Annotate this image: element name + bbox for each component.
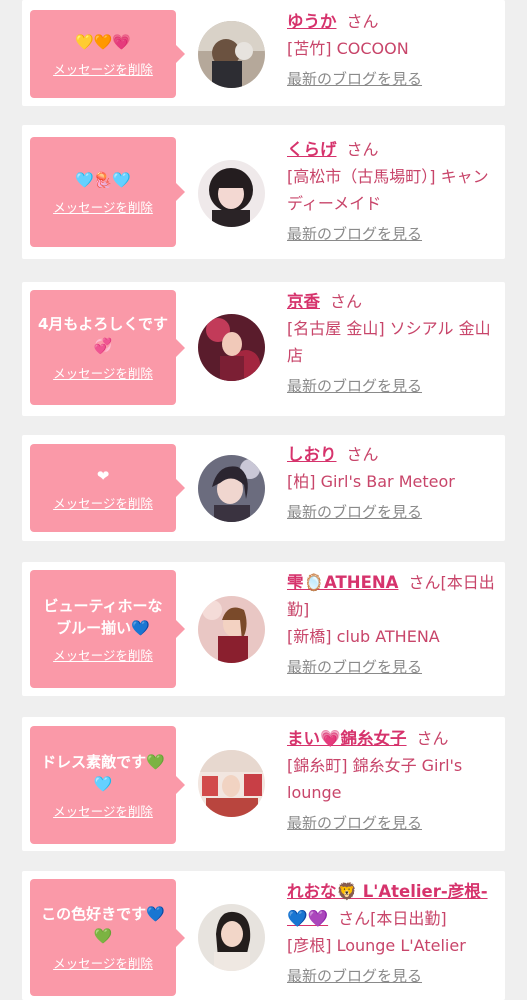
message-text: ビューティホーなブルー揃い💙 bbox=[43, 596, 163, 637]
delete-message-link[interactable]: メッセージを削除 bbox=[53, 801, 153, 820]
shop-info: [苫竹] COCOON bbox=[287, 39, 409, 58]
message-bubble: 4月もよろしくです💞 メッセージを削除 bbox=[30, 290, 176, 405]
profile-info: くらげ さん [高松市（古馬場町）] キャンディーメイド 最新のブログを見る bbox=[287, 136, 497, 244]
latest-blog-link[interactable]: 最新のブログを見る bbox=[287, 812, 422, 833]
message-text: ドレス素敵です💚🩵 bbox=[41, 752, 165, 793]
profile-name-link[interactable]: くらげ bbox=[287, 140, 337, 159]
attendance-badge: [本日出勤] bbox=[370, 909, 447, 928]
avatar[interactable] bbox=[198, 750, 265, 817]
list-item: ❤︎ メッセージを削除 しおり さん [柏] Girl's Bar Meteor … bbox=[22, 435, 505, 541]
shop-info: [名古屋 金山] ソシアル 金山店 bbox=[287, 319, 491, 365]
list-item: 💛🧡💗 メッセージを削除 ゆうか さん [苫竹] COCOON 最新のブログを見る bbox=[22, 0, 505, 106]
message-text: 💛🧡💗 bbox=[74, 32, 132, 51]
profile-name-link[interactable]: 雫🪞ATHENA bbox=[287, 573, 398, 592]
profile-info: しおり さん [柏] Girl's Bar Meteor 最新のブログを見る bbox=[287, 441, 497, 522]
profile-info: 雫🪞ATHENA さん[本日出勤] [新橋] club ATHENA 最新のブログ… bbox=[287, 569, 497, 677]
list-item: この色好きです💙💚 メッセージを削除 れおな🦁 L'Atelier-彦根-💙💜 さ… bbox=[22, 871, 505, 1000]
profile-info: れおな🦁 L'Atelier-彦根-💙💜 さん[本日出勤] [彦根] Lounge… bbox=[287, 878, 497, 986]
honorific: さん bbox=[346, 140, 379, 159]
honorific: さん bbox=[346, 445, 379, 464]
list-item: 4月もよろしくです💞 メッセージを削除 京香 さん [名古屋 金山] ソシアル 金… bbox=[22, 282, 505, 416]
message-text: 4月もよろしくです💞 bbox=[38, 315, 168, 355]
delete-message-link[interactable]: メッセージを削除 bbox=[53, 953, 153, 972]
avatar[interactable] bbox=[198, 314, 265, 381]
profile-name-link[interactable]: ゆうか bbox=[287, 12, 337, 31]
avatar[interactable] bbox=[198, 904, 265, 971]
profile-name-link[interactable]: まい💗錦糸女子 bbox=[287, 729, 407, 748]
avatar[interactable] bbox=[198, 21, 265, 88]
honorific: さん bbox=[346, 12, 379, 31]
avatar[interactable] bbox=[198, 455, 265, 522]
message-text: 🩵🪼🩵 bbox=[74, 170, 132, 189]
delete-message-link[interactable]: メッセージを削除 bbox=[53, 493, 153, 512]
avatar[interactable] bbox=[198, 596, 265, 663]
latest-blog-link[interactable]: 最新のブログを見る bbox=[287, 223, 422, 244]
profile-info: まい💗錦糸女子 さん [錦糸町] 錦糸女子 Girl's lounge 最新のブロ… bbox=[287, 725, 497, 833]
latest-blog-link[interactable]: 最新のブログを見る bbox=[287, 68, 422, 89]
message-bubble: ドレス素敵です💚🩵 メッセージを削除 bbox=[30, 726, 176, 844]
profile-info: 京香 さん [名古屋 金山] ソシアル 金山店 最新のブログを見る bbox=[287, 288, 497, 396]
shop-info: [新橋] club ATHENA bbox=[287, 627, 440, 646]
delete-message-link[interactable]: メッセージを削除 bbox=[53, 363, 153, 382]
list-item: ビューティホーなブルー揃い💙 メッセージを削除 雫🪞ATHENA さん[本日出勤]… bbox=[22, 562, 505, 696]
message-list: 💛🧡💗 メッセージを削除 ゆうか さん [苫竹] COCOON 最新のブログを見る… bbox=[0, 0, 527, 1000]
message-text: ❤︎ bbox=[96, 466, 110, 485]
delete-message-link[interactable]: メッセージを削除 bbox=[53, 59, 153, 78]
latest-blog-link[interactable]: 最新のブログを見る bbox=[287, 965, 422, 986]
avatar[interactable] bbox=[198, 160, 265, 227]
shop-info: [錦糸町] 錦糸女子 Girl's lounge bbox=[287, 756, 463, 802]
latest-blog-link[interactable]: 最新のブログを見る bbox=[287, 656, 422, 677]
profile-name-link[interactable]: しおり bbox=[287, 445, 337, 464]
latest-blog-link[interactable]: 最新のブログを見る bbox=[287, 501, 422, 522]
honorific: さん bbox=[330, 292, 363, 311]
shop-info: [高松市（古馬場町）] キャンディーメイド bbox=[287, 167, 489, 213]
honorific: さん bbox=[416, 729, 449, 748]
message-bubble: ビューティホーなブルー揃い💙 メッセージを削除 bbox=[30, 570, 176, 688]
message-bubble: 🩵🪼🩵 メッセージを削除 bbox=[30, 137, 176, 247]
message-text: この色好きです💙💚 bbox=[41, 905, 165, 945]
delete-message-link[interactable]: メッセージを削除 bbox=[53, 197, 153, 216]
message-bubble: この色好きです💙💚 メッセージを削除 bbox=[30, 879, 176, 996]
profile-name-link[interactable]: 京香 bbox=[287, 292, 320, 311]
message-bubble: 💛🧡💗 メッセージを削除 bbox=[30, 10, 176, 98]
profile-info: ゆうか さん [苫竹] COCOON 最新のブログを見る bbox=[287, 8, 497, 89]
honorific: さん bbox=[338, 909, 371, 928]
shop-info: [彦根] Lounge L'Atelier bbox=[287, 936, 466, 955]
message-bubble: ❤︎ メッセージを削除 bbox=[30, 444, 176, 532]
delete-message-link[interactable]: メッセージを削除 bbox=[53, 645, 153, 664]
honorific: さん bbox=[408, 573, 441, 592]
shop-info: [柏] Girl's Bar Meteor bbox=[287, 472, 455, 491]
latest-blog-link[interactable]: 最新のブログを見る bbox=[287, 375, 422, 396]
list-item: ドレス素敵です💚🩵 メッセージを削除 まい💗錦糸女子 さん [錦糸町] 錦糸女子 … bbox=[22, 717, 505, 851]
list-item: 🩵🪼🩵 メッセージを削除 くらげ さん [高松市（古馬場町）] キャンディーメイド… bbox=[22, 125, 505, 259]
